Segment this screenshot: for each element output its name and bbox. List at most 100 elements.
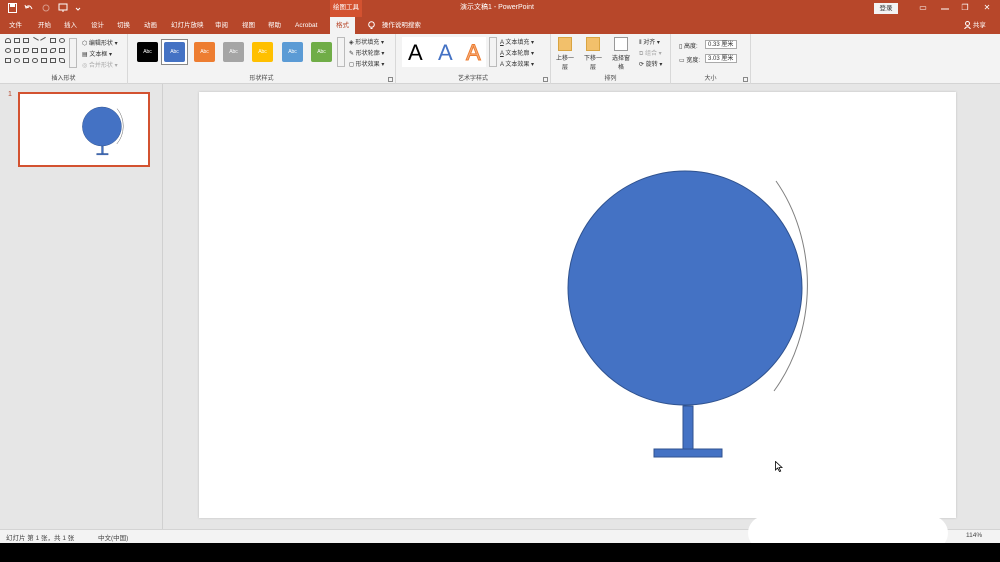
quick-access-toolbar <box>8 3 81 13</box>
size-launcher-icon[interactable] <box>743 77 748 82</box>
group-label-cmd: 组合 <box>644 51 657 57</box>
share-label: 共享 <box>972 22 986 29</box>
present-from-start-icon[interactable] <box>58 3 68 13</box>
selection-pane-label: 选择窗格 <box>611 56 630 71</box>
width-input[interactable]: 3.03 厘米 <box>705 54 737 63</box>
group-arrange: 上移一层 下移一层 选择窗格 ⫴ 对齐 ▾ ⧉ 组合 ▾ ⟳ 旋转 ▾ 排列 <box>551 34 671 84</box>
login-button[interactable]: 登录 <box>874 3 898 14</box>
ribbon-display-options-icon[interactable]: ▭ <box>912 0 934 17</box>
height-label: ▯ 高度: <box>679 44 698 50</box>
group-label-insert-shapes: 插入形状 <box>51 76 76 82</box>
group-button[interactable]: ⧉ 组合 ▾ <box>639 48 662 58</box>
tab-view[interactable]: 视图 <box>242 17 255 34</box>
selection-pane-button[interactable]: 选择窗格 <box>610 37 632 71</box>
screen-bottom-bar <box>0 543 1000 562</box>
group-label-shape-styles: 形状样式 <box>249 76 274 82</box>
person-icon <box>964 21 971 30</box>
wordart-style-blue[interactable]: A <box>438 40 453 66</box>
shape-effects-label: 形状效果 <box>355 62 380 68</box>
ribbon-tabs: 文件 开始 插入 设计 切换 动画 幻灯片放映 审阅 视图 帮助 Acrobat… <box>0 17 1000 34</box>
width-label: ▭ 宽度: <box>679 58 701 64</box>
wordart-style-black[interactable]: A <box>408 40 423 66</box>
restore-icon[interactable]: ❐ <box>954 0 976 17</box>
tab-home[interactable]: 开始 <box>38 17 51 34</box>
tab-insert[interactable]: 插入 <box>64 17 77 34</box>
height-input[interactable]: 0.33 厘米 <box>705 40 737 49</box>
bring-forward-icon <box>558 37 572 51</box>
wordart-style-orange[interactable]: A <box>466 40 482 66</box>
rotate-label: 旋转 <box>645 62 658 68</box>
selection-pane-icon <box>614 37 628 51</box>
minimize-icon[interactable] <box>934 0 956 17</box>
language-status[interactable]: 中文(中国) <box>98 532 128 542</box>
edit-shape-label: 编辑形状 <box>88 41 113 47</box>
lightbulb-icon <box>368 20 375 29</box>
globe-stand-pole[interactable] <box>682 405 694 451</box>
text-effects-button[interactable]: A 文本效果 ▾ <box>500 59 534 68</box>
customize-qat-icon[interactable] <box>75 3 81 13</box>
send-backward-button[interactable]: 下移一层 <box>582 37 604 71</box>
shapes-gallery-more[interactable] <box>69 38 77 68</box>
tab-slideshow[interactable]: 幻灯片放映 <box>171 17 204 34</box>
shape-outline-button[interactable]: ✎ 形状轮廓 ▾ <box>349 48 384 57</box>
tab-format[interactable]: 格式 <box>330 17 355 34</box>
text-fill-label: 文本填充 <box>505 40 530 46</box>
tab-transitions[interactable]: 切换 <box>117 17 130 34</box>
shape-styles-launcher-icon[interactable] <box>388 77 393 82</box>
wordart-launcher-icon[interactable] <box>543 77 548 82</box>
group-wordart-styles: A A A A 文本填充 ▾ A 文本轮廓 ▾ A 文本效果 ▾ 艺术字样式 <box>396 34 551 84</box>
bring-forward-button[interactable]: 上移一层 <box>554 37 576 71</box>
shape-style-swatch[interactable]: Abc <box>282 42 303 62</box>
shape-style-swatch[interactable]: Abc <box>311 42 332 62</box>
zoom-level[interactable]: 114% <box>966 532 982 539</box>
slide[interactable] <box>199 92 956 518</box>
share-button[interactable]: 共享 <box>964 17 986 34</box>
globe-stand-base[interactable] <box>653 448 723 458</box>
tell-me-search[interactable]: 操作说明搜索 <box>368 17 421 34</box>
text-outline-button[interactable]: A 文本轮廓 ▾ <box>500 48 534 57</box>
close-icon[interactable]: ✕ <box>976 0 998 17</box>
group-label-size: 大小 <box>704 76 717 82</box>
tab-design[interactable]: 设计 <box>91 17 104 34</box>
tab-review[interactable]: 审阅 <box>215 17 228 34</box>
globe-circle[interactable] <box>567 170 803 406</box>
slide-thumbnail[interactable] <box>18 92 150 167</box>
align-button[interactable]: ⫴ 对齐 ▾ <box>639 37 660 47</box>
shape-style-swatch[interactable]: Abc <box>194 42 215 62</box>
send-backward-label: 下移一层 <box>583 56 602 71</box>
group-size: ▯ 高度: 0.33 厘米 ▭ 宽度: 3.03 厘米 大小 <box>671 34 751 84</box>
text-box-button[interactable]: ▤ 文本框 ▾ <box>82 49 112 58</box>
shape-styles-more[interactable] <box>337 37 345 67</box>
text-fill-button[interactable]: A 文本填充 ▾ <box>500 37 534 46</box>
undo-icon[interactable] <box>24 3 34 13</box>
title-bar: 绘图工具 演示文稿1 - PowerPoint 登录 ▭ ❐ ✕ <box>0 0 1000 17</box>
rotate-button[interactable]: ⟳ 旋转 ▾ <box>639 59 662 68</box>
powerpoint-window: 绘图工具 演示文稿1 - PowerPoint 登录 ▭ ❐ ✕ 文件 开始 插… <box>0 0 1000 562</box>
tab-help[interactable]: 帮助 <box>268 17 281 34</box>
group-insert-shapes: ⬡ 编辑形状 ▾ ▤ 文本框 ▾ ◎ 合并形状 ▾ 插入形状 <box>0 34 128 84</box>
shape-style-swatch[interactable]: Abc <box>252 42 273 62</box>
ribbon-format: ⬡ 编辑形状 ▾ ▤ 文本框 ▾ ◎ 合并形状 ▾ 插入形状 Abc Abc A… <box>0 34 1000 84</box>
tab-acrobat[interactable]: Acrobat <box>295 17 317 34</box>
edit-shape-button[interactable]: ⬡ 编辑形状 ▾ <box>82 38 118 47</box>
tab-animations[interactable]: 动画 <box>144 17 157 34</box>
group-label-arrange: 排列 <box>604 76 617 82</box>
tab-file[interactable]: 文件 <box>9 17 22 34</box>
slide-editing-area <box>164 84 1000 529</box>
shapes-gallery[interactable] <box>5 36 69 68</box>
merge-shapes-button[interactable]: ◎ 合并形状 ▾ <box>82 60 118 69</box>
shape-fill-button[interactable]: ◈ 形状填充 ▾ <box>349 37 384 46</box>
wordart-more[interactable] <box>489 37 497 67</box>
save-icon[interactable] <box>8 3 17 13</box>
text-outline-label: 文本轮廓 <box>505 51 530 57</box>
redo-icon[interactable] <box>41 3 51 13</box>
shape-style-swatch[interactable]: Abc <box>137 42 158 62</box>
tell-me-label: 操作说明搜索 <box>381 22 421 29</box>
shape-effects-button[interactable]: ◻ 形状效果 ▾ <box>349 59 384 68</box>
shape-style-swatch[interactable]: Abc <box>164 42 185 62</box>
align-label: 对齐 <box>643 40 656 46</box>
text-box-label: 文本框 <box>89 52 108 58</box>
mouse-cursor-icon <box>775 461 783 472</box>
bring-forward-label: 上移一层 <box>555 56 574 71</box>
shape-style-swatch[interactable]: Abc <box>223 42 244 62</box>
